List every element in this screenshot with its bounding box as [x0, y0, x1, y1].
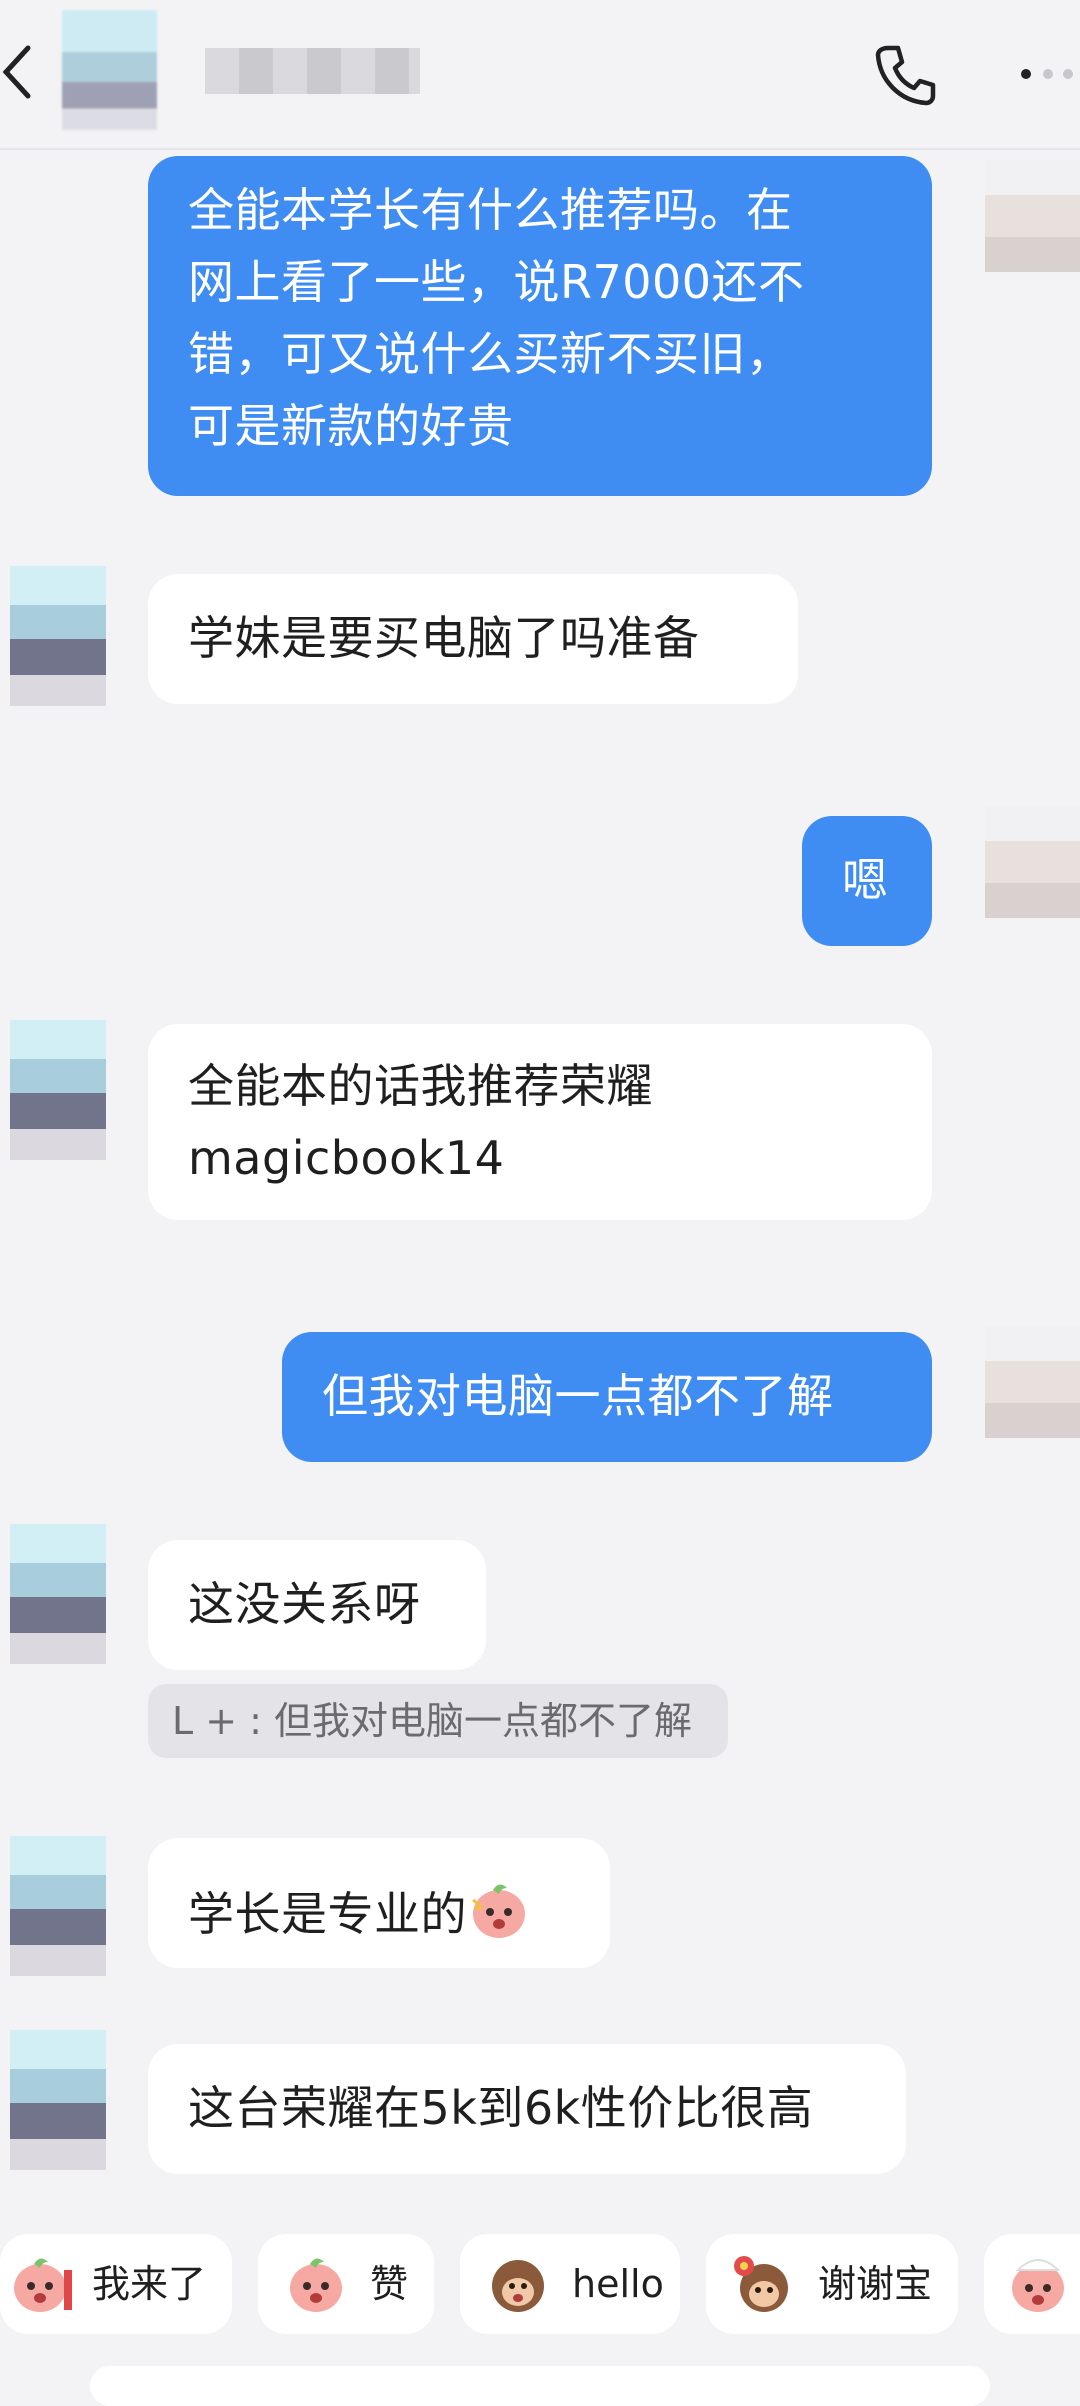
- quick-reply-label: hello: [572, 2262, 664, 2306]
- message-line: 全能本学长有什么推荐吗。在: [188, 183, 793, 237]
- contact-avatar[interactable]: [10, 1524, 106, 1664]
- message-line: 全能本的话我推荐荣耀: [188, 1059, 653, 1113]
- contact-avatar[interactable]: [10, 1020, 106, 1160]
- my-avatar[interactable]: [985, 160, 1080, 300]
- outgoing-message[interactable]: 全能本学长有什么推荐吗。在 网上看了一些，说R7000还不 错，可又说什么买新不…: [148, 156, 932, 496]
- incoming-message[interactable]: 这没关系呀: [148, 1540, 486, 1670]
- incoming-message[interactable]: 学妹是要买电脑了吗准备: [148, 574, 798, 704]
- quick-reply-chip[interactable]: [984, 2234, 1080, 2334]
- quoted-reply[interactable]: L + : 但我对电脑一点都不了解: [148, 1684, 728, 1758]
- incoming-message[interactable]: 学长是专业的: [148, 1838, 610, 1968]
- quick-reply-label: 我来了: [92, 2262, 207, 2306]
- peach-sticker-icon: [6, 2250, 74, 2318]
- message-text: 学长是专业的: [188, 1887, 467, 1941]
- quick-reply-chip[interactable]: 谢谢宝: [706, 2234, 958, 2334]
- quick-reply-chip[interactable]: 我来了: [0, 2234, 232, 2334]
- chat-header: [0, 0, 1080, 150]
- monkey-flower-sticker-icon: [728, 2250, 796, 2318]
- message-text: 但我对电脑一点都不了解: [322, 1369, 834, 1423]
- message-line: 网上看了一些，说R7000还不: [188, 255, 805, 309]
- quick-reply-label: 谢谢宝: [818, 2262, 933, 2306]
- back-icon[interactable]: [0, 38, 44, 102]
- contact-avatar[interactable]: [10, 2030, 106, 2170]
- quick-reply-label: 赞: [370, 2262, 409, 2306]
- outgoing-message[interactable]: 但我对电脑一点都不了解: [282, 1332, 932, 1462]
- monkey-sticker-icon: [484, 2250, 552, 2318]
- incoming-message[interactable]: 全能本的话我推荐荣耀 magicbook14: [148, 1024, 932, 1220]
- my-avatar[interactable]: [985, 806, 1080, 946]
- message-line: 可是新款的好贵: [188, 399, 514, 453]
- peach-sticker-icon: [1004, 2250, 1072, 2318]
- contact-avatar[interactable]: [10, 566, 106, 706]
- message-text: 这没关系呀: [188, 1577, 421, 1631]
- phone-icon[interactable]: [870, 40, 940, 110]
- peach-sticker-icon: [282, 2250, 350, 2318]
- quick-reply-chip[interactable]: 赞: [258, 2234, 434, 2334]
- my-avatar[interactable]: [985, 1326, 1080, 1466]
- contact-name-blurred: [205, 48, 420, 94]
- peach-sticker-icon: [467, 1878, 531, 1942]
- more-dots-icon[interactable]: [1008, 56, 1080, 92]
- message-text: 学妹是要买电脑了吗准备: [188, 611, 700, 665]
- message-input-edge[interactable]: [90, 2366, 990, 2406]
- quote-text: L + : 但我对电脑一点都不了解: [172, 1699, 693, 1743]
- quick-reply-chip[interactable]: hello: [460, 2234, 680, 2334]
- message-line: magicbook14: [188, 1131, 505, 1185]
- incoming-message[interactable]: 这台荣耀在5k到6k性价比很高: [148, 2044, 906, 2174]
- contact-avatar[interactable]: [62, 10, 157, 130]
- quick-reply-bar: 我来了 赞 hello 谢谢宝: [0, 2210, 1080, 2388]
- message-text: 这台荣耀在5k到6k性价比很高: [188, 2081, 814, 2135]
- message-text: 嗯: [842, 853, 889, 907]
- outgoing-message[interactable]: 嗯: [802, 816, 932, 946]
- message-line: 错，可又说什么买新不买旧，: [188, 327, 793, 381]
- contact-avatar[interactable]: [10, 1836, 106, 1976]
